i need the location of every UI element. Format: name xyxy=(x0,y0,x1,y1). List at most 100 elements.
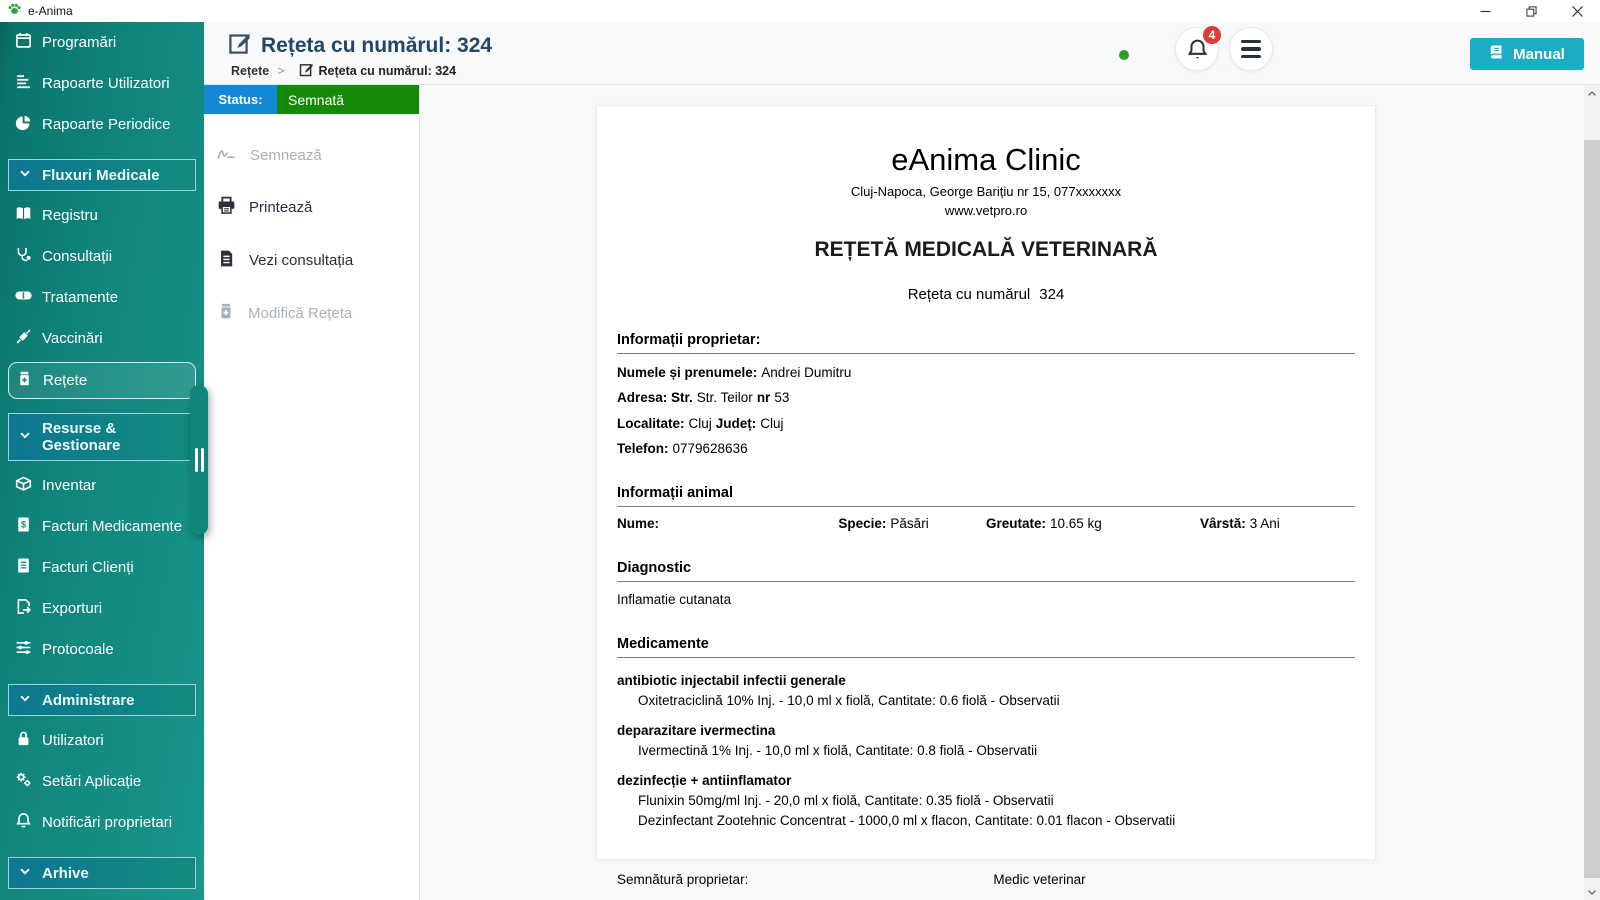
sidebar-section-label: Arhive xyxy=(42,865,89,882)
sidebar-item-label: Facturi Medicamente xyxy=(42,518,182,535)
sidebar-item-label: Utilizatori xyxy=(42,732,104,749)
status-badge: Semnată xyxy=(277,85,419,114)
chevron-down-icon xyxy=(18,428,32,446)
prescription-note-icon xyxy=(299,62,314,80)
sidebar-item-consultatii[interactable]: Consultații xyxy=(0,236,204,277)
sidebar-section-label: Administrare xyxy=(42,692,135,709)
manual-button-label: Manual xyxy=(1513,46,1565,63)
pie-chart-icon xyxy=(15,114,32,135)
owner-signature-label: Semnătură proprietar: xyxy=(617,872,993,887)
edit-prescription-button[interactable]: Modifică Rețeta xyxy=(217,302,352,324)
breadcrumb-current: Rețeta cu numărul: 324 xyxy=(319,64,457,78)
scroll-up-arrow[interactable] xyxy=(1584,85,1600,102)
chevron-down-icon xyxy=(18,691,32,709)
book-icon xyxy=(1489,44,1505,64)
animal-section-heading: Informații animal xyxy=(617,485,1355,507)
sidebar-item-rapoarte-utilizatori[interactable]: Rapoarte Utilizatori xyxy=(0,63,204,104)
sidebar-item-registru[interactable]: Registru xyxy=(0,195,204,236)
notifications-button[interactable]: 4 xyxy=(1175,27,1219,71)
page-title-text: Rețeta cu numărul: 324 xyxy=(261,34,492,58)
medicine-line: Flunixin 50mg/ml Inj. - 20,0 ml x fiolă,… xyxy=(617,793,1355,808)
owner-address-line: Adresa: Str.Str. Teilornr53 xyxy=(617,390,1355,405)
print-button[interactable]: Printează xyxy=(217,196,312,219)
document-footer: Semnătură proprietar: Medic veterinar Da… xyxy=(617,872,1355,900)
sign-button[interactable]: Semnează xyxy=(217,144,322,166)
document-subtitle: Rețeta cu numărul324 xyxy=(617,286,1355,303)
export-icon xyxy=(15,598,32,619)
sign-button-label: Semnează xyxy=(250,147,322,164)
sidebar-item-label: Rețete xyxy=(43,372,87,389)
sidebar: Programări Rapoarte Utilizatori Rapoarte… xyxy=(0,22,204,900)
action-panel: Status: Semnată Semnează xyxy=(204,85,420,900)
sidebar-item-notificari-proprietari[interactable]: Notificări proprietari xyxy=(0,802,204,843)
prescription-number: 324 xyxy=(1039,286,1064,303)
prescription-bottle-icon xyxy=(217,302,235,324)
print-button-label: Printează xyxy=(249,199,312,216)
edit-prescription-label: Modifică Rețeta xyxy=(248,305,352,322)
medicines-heading: Medicamente xyxy=(617,636,1355,658)
sidebar-section-administrare[interactable]: Administrare xyxy=(8,684,196,716)
gears-icon xyxy=(15,771,32,792)
sidebar-item-utilizatori[interactable]: Utilizatori xyxy=(0,720,204,761)
scrollbar-thumb[interactable] xyxy=(1584,140,1600,878)
sidebar-item-programari[interactable]: Programări xyxy=(0,22,204,63)
medicine-line: Dezinfectant Zootehnic Concentrat - 1000… xyxy=(617,813,1355,828)
signature-icon xyxy=(217,144,237,166)
sidebar-resize-handle[interactable] xyxy=(190,385,208,535)
status-bar: Status: Semnată xyxy=(204,85,419,114)
sidebar-item-label: Programări xyxy=(42,34,116,51)
sidebar-item-label: Rapoarte Periodice xyxy=(42,116,170,133)
medicine-group: antibiotic injectabil infectii generale … xyxy=(617,673,1355,708)
diagnosis-heading: Diagnostic xyxy=(617,560,1355,582)
owner-city-line: Localitate:ClujJudeț:Cluj xyxy=(617,416,1355,431)
restore-button[interactable] xyxy=(1508,0,1554,22)
sidebar-item-inventar[interactable]: Inventar xyxy=(0,465,204,506)
breadcrumb-parent[interactable]: Rețete xyxy=(231,64,269,78)
sidebar-item-arhive[interactable]: Arhive xyxy=(0,893,204,900)
sidebar-item-setari-aplicatie[interactable]: Setări Aplicație xyxy=(0,761,204,802)
sidebar-item-rapoarte-periodice[interactable]: Rapoarte Periodice xyxy=(0,104,204,145)
sidebar-item-label: Exporturi xyxy=(42,600,102,617)
sidebar-item-label: Inventar xyxy=(42,477,96,494)
sidebar-item-facturi-clienti[interactable]: Facturi Clienți xyxy=(0,547,204,588)
sidebar-item-vaccinari[interactable]: Vaccinări xyxy=(0,318,204,359)
bell-icon xyxy=(15,812,32,833)
close-button[interactable] xyxy=(1554,0,1600,22)
manual-button[interactable]: Manual xyxy=(1470,38,1584,70)
sidebar-item-protocoale[interactable]: Protocoale xyxy=(0,629,204,670)
consultation-document-icon xyxy=(217,249,236,272)
pills-icon xyxy=(15,287,32,308)
diagnosis-text: Inflamatie cutanata xyxy=(617,592,1355,607)
vertical-scrollbar[interactable] xyxy=(1584,85,1600,900)
scroll-down-arrow[interactable] xyxy=(1584,883,1600,900)
lock-icon xyxy=(15,730,32,751)
sidebar-item-label: Protocoale xyxy=(42,641,114,658)
document-area: eAnima Clinic Cluj-Napoca, George Bariți… xyxy=(420,85,1600,900)
page-header: Rețeta cu numărul: 324 Rețete > Rețeta c… xyxy=(204,22,1600,85)
sidebar-section-resurse-gestionare[interactable]: Resurse & Gestionare xyxy=(8,413,196,461)
sidebar-item-label: Consultații xyxy=(42,248,112,265)
view-consultation-button[interactable]: Vezi consultația xyxy=(217,249,353,272)
sidebar-item-exporturi[interactable]: Exporturi xyxy=(0,588,204,629)
sidebar-item-facturi-medicamente[interactable]: $ Facturi Medicamente xyxy=(0,506,204,547)
breadcrumb: Rețete > Rețeta cu numărul: 324 xyxy=(231,62,456,80)
notification-badge: 4 xyxy=(1201,24,1223,46)
prescription-bottle-icon xyxy=(16,370,33,391)
sidebar-item-tratamente[interactable]: Tratamente xyxy=(0,277,204,318)
hamburger-menu-button[interactable] xyxy=(1229,27,1273,71)
breadcrumb-separator: > xyxy=(277,64,284,78)
sidebar-item-retete[interactable]: Rețete xyxy=(8,362,196,399)
minimize-button[interactable] xyxy=(1462,0,1508,22)
sidebar-section-fluxuri-medicale[interactable]: Fluxuri Medicale xyxy=(8,159,196,191)
sidebar-item-label: Registru xyxy=(42,207,98,224)
medicine-group: deparazitare ivermectina Ivermectină 1% … xyxy=(617,723,1355,758)
sidebar-item-label: Rapoarte Utilizatori xyxy=(42,75,170,92)
chevron-down-icon xyxy=(18,166,32,184)
clinic-name: eAnima Clinic xyxy=(617,142,1355,178)
owner-phone-line: Telefon:0779628636 xyxy=(617,441,1355,456)
medicine-group: dezinfecție + antiinflamator Flunixin 50… xyxy=(617,773,1355,828)
owner-name-line: Numele și prenumele:Andrei Dumitru xyxy=(617,365,1355,380)
sidebar-item-label: Vaccinări xyxy=(42,330,103,347)
sidebar-section-arhive[interactable]: Arhive xyxy=(8,857,196,889)
medicine-line: Oxitetraciclină 10% Inj. - 10,0 ml x fio… xyxy=(617,693,1355,708)
